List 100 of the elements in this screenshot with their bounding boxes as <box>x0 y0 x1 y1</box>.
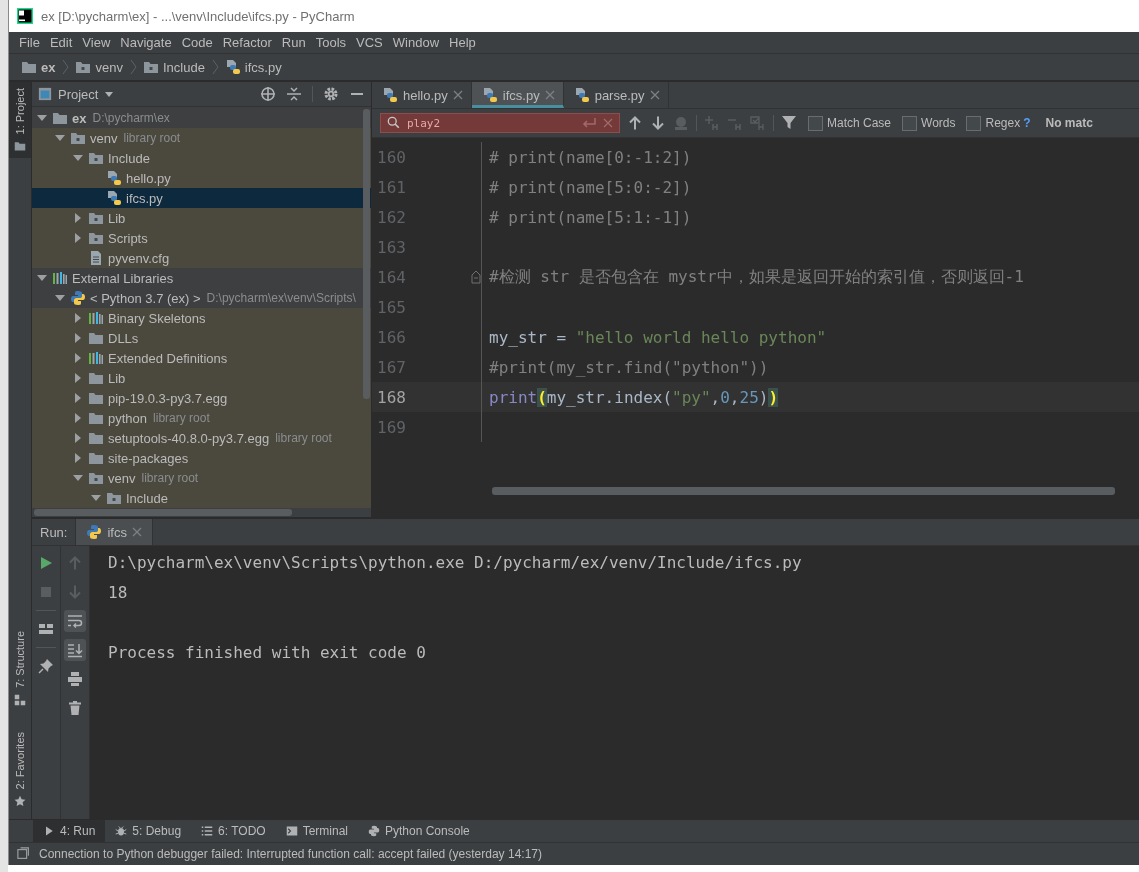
tool-window-tab[interactable]: 7: Structure <box>9 624 31 712</box>
code-line: print(my_str.index("py",0,25)) <box>488 387 779 407</box>
tree-item-label: setuptools-40.8.0-py3.7.egg <box>108 430 270 446</box>
caret-down-icon <box>104 89 115 99</box>
breadcrumb-item[interactable]: ex <box>19 59 58 75</box>
tool-window-tab[interactable]: 2: Favorites <box>9 725 31 813</box>
list-icon <box>201 825 214 837</box>
menu-item[interactable]: Navigate <box>115 35 177 50</box>
tool-window-tab[interactable]: 1: Project <box>9 82 31 159</box>
breadcrumb-item[interactable]: ifcs.py <box>222 59 284 75</box>
python-file-icon <box>573 87 590 103</box>
search-input[interactable]: play2 <box>407 116 575 130</box>
printer-icon[interactable] <box>67 671 83 687</box>
tree-row[interactable]: venv library root <box>32 128 371 148</box>
checkbox[interactable] <box>808 115 823 131</box>
pin-icon[interactable] <box>38 658 54 674</box>
filter-icon[interactable] <box>781 115 797 131</box>
app-icon <box>17 8 33 24</box>
run-icon[interactable] <box>38 555 54 571</box>
tree-row[interactable]: setuptools-40.8.0-py3.7.egg library root <box>32 428 371 448</box>
python-file-icon <box>106 170 122 186</box>
line-number: 167 <box>377 357 406 377</box>
clear-icon[interactable] <box>603 118 613 128</box>
settings-icon[interactable] <box>323 86 339 102</box>
tree-row[interactable]: Include <box>32 488 371 508</box>
status-icon[interactable] <box>17 847 31 861</box>
menu-item[interactable]: Window <box>387 35 445 50</box>
tree-row[interactable]: site-packages <box>32 448 371 468</box>
checkbox-label[interactable]: Match Case <box>827 116 892 130</box>
tree-row[interactable]: hello.py <box>32 168 371 188</box>
tool-window-tab[interactable]: 5: Debug <box>105 820 192 842</box>
menu-item[interactable]: View <box>77 35 116 50</box>
tree-item-label: venv <box>90 130 118 146</box>
menu-item[interactable]: Run <box>276 35 311 50</box>
code-line: #检测 str 是否包含在 mystr中，如果是返回开始的索引值，否则返回-1 <box>488 266 1024 288</box>
tree-row[interactable]: Include <box>32 148 371 168</box>
search-field[interactable]: play2 <box>380 113 620 133</box>
tree-item-label: DLLs <box>108 330 139 346</box>
line-number: 166 <box>377 327 406 347</box>
menu-item[interactable]: Tools <box>310 35 352 50</box>
run-tab[interactable]: ifcs <box>75 519 153 545</box>
tree-row[interactable]: Lib <box>32 368 371 388</box>
fold-icon[interactable] <box>471 270 481 284</box>
tree-row[interactable]: ifcs.py <box>32 188 371 208</box>
tool-window-tab[interactable]: Terminal <box>275 820 358 842</box>
menu-item[interactable]: Code <box>176 35 218 50</box>
folder-icon <box>88 210 104 226</box>
breadcrumb-item[interactable]: venv <box>73 59 125 75</box>
arrow-down-icon[interactable] <box>650 115 666 131</box>
scrollbar-thumb[interactable] <box>363 109 370 399</box>
layout-icon[interactable] <box>38 621 54 637</box>
python-file-icon <box>382 87 398 103</box>
python-file-icon <box>481 87 498 103</box>
checkbox[interactable] <box>902 115 918 131</box>
close-icon[interactable] <box>131 527 142 537</box>
line-number: 168 <box>377 387 406 407</box>
menu-item[interactable]: VCS <box>351 35 388 50</box>
folder-icon <box>88 390 104 406</box>
scrollbar-thumb[interactable] <box>492 487 1115 495</box>
tree-item-label: python <box>108 410 148 426</box>
tree-row[interactable]: DLLs <box>32 328 371 348</box>
tool-window-tab[interactable]: Python Console <box>358 820 480 842</box>
folder-icon <box>75 59 92 75</box>
folder-icon <box>106 490 122 506</box>
tree-row[interactable]: Extended Definitions <box>32 348 371 368</box>
checkbox[interactable] <box>966 115 982 131</box>
menu-item[interactable]: Edit <box>44 35 78 50</box>
crosshair-icon[interactable] <box>260 86 276 102</box>
view-selector[interactable]: Project <box>38 86 115 102</box>
editor-tab[interactable]: hello.py <box>372 82 472 108</box>
menu-item[interactable]: Refactor <box>217 35 277 50</box>
enter-icon[interactable] <box>581 117 597 129</box>
tree-row[interactable]: Lib <box>32 208 371 228</box>
window-title: ex [D:\pycharm\ex] - ...\venv\Include\ifcs.py - PyCharm <box>41 8 355 24</box>
help-link[interactable]: ? <box>1023 116 1031 130</box>
console-line: D:\pycharm\ex\venv\Scripts\python.exe D:/pycharm/ex/venv/Include/ifcs.py <box>108 552 803 574</box>
collapse-all-icon[interactable] <box>286 86 302 102</box>
tree-row[interactable]: python library root <box>32 408 371 428</box>
tree-row[interactable]: Scripts <box>32 228 371 248</box>
checkbox-label[interactable]: Regex <box>985 116 1021 130</box>
tree-row[interactable]: Binary Skeletons <box>32 308 371 328</box>
menu-item[interactable]: File <box>14 35 45 50</box>
library-icon <box>88 350 104 366</box>
tree-row[interactable]: pyvenv.cfg <box>32 248 371 268</box>
checkbox-label[interactable]: Words <box>921 116 956 130</box>
breadcrumb-item[interactable]: Include <box>140 59 207 75</box>
tool-window-tab[interactable]: 6: TODO <box>191 820 276 842</box>
structure-icon <box>14 693 26 706</box>
tool-window-tab[interactable]: 4: Run <box>33 820 106 842</box>
editor-tab[interactable]: ifcs.py <box>471 82 564 108</box>
scrollbar-thumb[interactable] <box>34 509 292 516</box>
tree-row[interactable]: venv library root <box>32 468 371 488</box>
trash-icon[interactable] <box>67 700 83 716</box>
editor-tab[interactable]: parse.py <box>563 82 669 108</box>
arrow-up-icon[interactable] <box>627 115 643 131</box>
close-icon[interactable] <box>452 90 463 100</box>
menu-item[interactable]: Help <box>444 35 481 50</box>
close-icon[interactable] <box>649 90 660 100</box>
close-icon[interactable] <box>544 90 555 100</box>
tree-row[interactable]: pip-19.0.3-py3.7.egg <box>32 388 371 408</box>
